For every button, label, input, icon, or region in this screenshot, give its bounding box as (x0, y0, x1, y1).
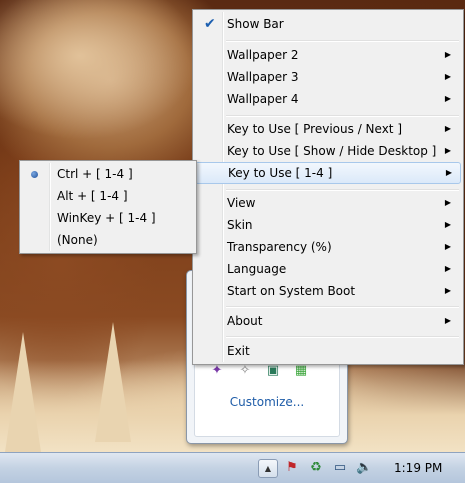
wallpaper-spike (95, 322, 131, 442)
menu-separator (226, 189, 459, 191)
submenu-arrow-icon: ▶ (444, 242, 451, 251)
menu-item-label: Wallpaper 3 (227, 70, 299, 84)
submenu-arrow-icon: ▶ (445, 168, 452, 177)
submenu-arrow-icon: ▶ (444, 264, 451, 273)
menu-item-about[interactable]: About ▶ (195, 310, 459, 332)
submenu-item-label: Ctrl + [ 1-4 ] (57, 167, 133, 181)
submenu-item-none[interactable]: (None) (22, 229, 192, 251)
menu-item-label: Key to Use [ Previous / Next ] (227, 122, 402, 136)
menu-item-skin[interactable]: Skin ▶ (195, 214, 459, 236)
menu-separator (226, 115, 459, 117)
windows-grid-icon[interactable]: ▦ (293, 363, 309, 379)
menu-item-label: Exit (227, 344, 250, 358)
menu-item-wallpaper-2[interactable]: Wallpaper 2 ▶ (195, 44, 459, 66)
submenu-item-ctrl[interactable]: Ctrl + [ 1-4 ] (22, 163, 192, 185)
radio-bullet-icon (31, 171, 38, 178)
menu-item-label: Wallpaper 2 (227, 48, 299, 62)
menu-item-key-show-hide[interactable]: Key to Use [ Show / Hide Desktop ] ▶ (195, 140, 459, 162)
submenu-arrow-icon: ▶ (444, 198, 451, 207)
menu-item-label: Transparency (%) (227, 240, 332, 254)
menu-item-label: Skin (227, 218, 253, 232)
submenu-arrow-icon: ▶ (444, 72, 451, 81)
menu-separator (226, 306, 459, 308)
network-app-icon[interactable]: ▣ (265, 363, 281, 379)
menu-item-wallpaper-3[interactable]: Wallpaper 3 ▶ (195, 66, 459, 88)
key-1-4-submenu: Ctrl + [ 1-4 ] Alt + [ 1-4 ] WinKey + [ … (19, 160, 197, 254)
menu-item-start-on-boot[interactable]: Start on System Boot ▶ (195, 280, 459, 302)
submenu-arrow-icon: ▶ (444, 316, 451, 325)
submenu-arrow-icon: ▶ (444, 94, 451, 103)
menu-item-label: View (227, 196, 256, 210)
taskbar: ▲ ⚑ ♻ ▭ 🔈 1:19 PM (0, 452, 465, 483)
menu-item-label: Start on System Boot (227, 284, 356, 298)
submenu-item-alt[interactable]: Alt + [ 1-4 ] (22, 185, 192, 207)
checkmark-icon: ✔ (204, 16, 216, 32)
menu-item-label: Key to Use [ 1-4 ] (228, 166, 333, 180)
context-menu: ✔ Show Bar Wallpaper 2 ▶ Wallpaper 3 ▶ W… (192, 9, 464, 365)
volume-icon[interactable]: 🔈 (356, 460, 372, 476)
wallpaper-spike (5, 332, 41, 452)
menu-item-label: Show Bar (227, 17, 284, 31)
menu-item-exit[interactable]: Exit (195, 340, 459, 362)
submenu-item-winkey[interactable]: WinKey + [ 1-4 ] (22, 207, 192, 229)
menu-item-label: Wallpaper 4 (227, 92, 299, 106)
tray-icons-row: ✦ ✧ ▣ ▦ (209, 363, 309, 379)
menu-separator (226, 336, 459, 338)
tray-app-icon-2[interactable]: ✧ (237, 363, 253, 379)
submenu-item-label: (None) (57, 233, 98, 247)
clock[interactable]: 1:19 PM (394, 453, 442, 483)
wallpaper-figure (0, 0, 200, 140)
tray-app-icon-1[interactable]: ✦ (209, 363, 225, 379)
app-tray-icon[interactable]: ♻ (308, 460, 324, 476)
submenu-item-label: WinKey + [ 1-4 ] (57, 211, 156, 225)
menu-separator (226, 40, 459, 42)
submenu-arrow-icon: ▶ (444, 146, 451, 155)
submenu-arrow-icon: ▶ (444, 50, 451, 59)
menu-item-key-prev-next[interactable]: Key to Use [ Previous / Next ] ▶ (195, 118, 459, 140)
menu-item-label: About (227, 314, 263, 328)
submenu-item-label: Alt + [ 1-4 ] (57, 189, 128, 203)
submenu-arrow-icon: ▶ (444, 124, 451, 133)
customize-link[interactable]: Customize... (187, 395, 347, 409)
menu-item-wallpaper-4[interactable]: Wallpaper 4 ▶ (195, 88, 459, 110)
network-icon[interactable]: ▭ (332, 460, 348, 476)
menu-item-show-bar[interactable]: ✔ Show Bar (195, 13, 459, 35)
menu-item-view[interactable]: View ▶ (195, 192, 459, 214)
menu-item-key-1-4[interactable]: Key to Use [ 1-4 ] ▶ (195, 162, 461, 184)
menu-item-language[interactable]: Language ▶ (195, 258, 459, 280)
show-hidden-icons-arrow[interactable]: ▲ (258, 459, 278, 478)
menu-item-label: Language (227, 262, 287, 276)
menu-item-transparency[interactable]: Transparency (%) ▶ (195, 236, 459, 258)
submenu-arrow-icon: ▶ (444, 220, 451, 229)
submenu-arrow-icon: ▶ (444, 286, 451, 295)
action-center-flag-icon[interactable]: ⚑ (284, 460, 300, 476)
menu-item-label: Key to Use [ Show / Hide Desktop ] (227, 144, 437, 158)
